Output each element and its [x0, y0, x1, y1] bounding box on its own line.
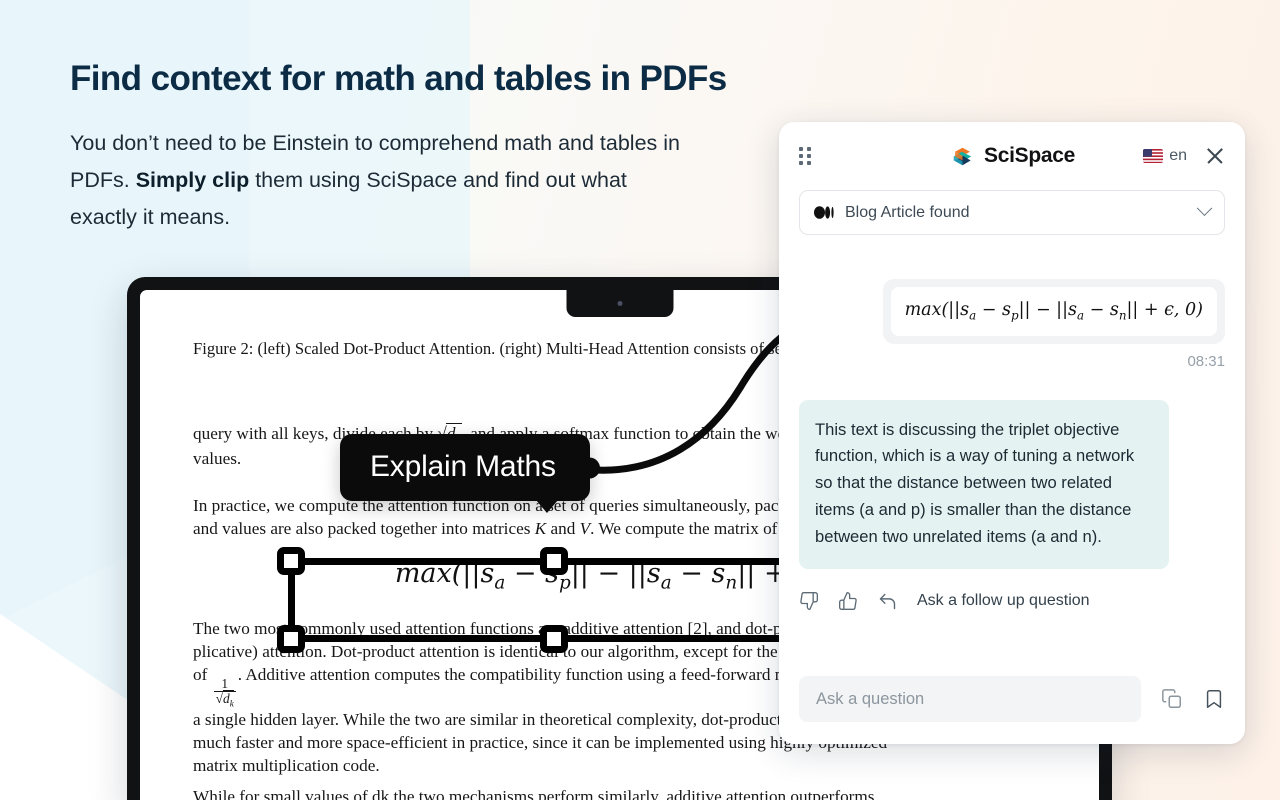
chevron-down-icon[interactable]: [1196, 200, 1213, 217]
close-icon[interactable]: [1205, 146, 1225, 166]
pdf-paragraph-attn-6: matrix multiplication code.: [193, 756, 380, 776]
scispace-extension-panel: SciSpace en Blog Article found max(||sa …: [779, 122, 1245, 744]
medium-logo-icon: [814, 206, 834, 219]
ask-question-input[interactable]: [799, 676, 1141, 722]
copy-icon[interactable]: [1161, 688, 1183, 710]
hero-subcopy: You don’t need to be Einstein to compreh…: [70, 125, 695, 236]
pdf-text: of: [193, 664, 212, 684]
source-label: Blog Article found: [845, 203, 970, 221]
language-code: en: [1169, 147, 1187, 164]
explain-maths-tooltip[interactable]: Explain Maths: [340, 434, 600, 513]
reply-arrow-icon[interactable]: [877, 591, 898, 612]
thumbs-down-icon[interactable]: [799, 591, 819, 611]
us-flag-icon: [1143, 149, 1164, 163]
fraction-one-over-sqrt-dk: 1 √dk: [213, 676, 236, 709]
ask-follow-up-link[interactable]: Ask a follow up question: [917, 592, 1090, 610]
answer-actions: Ask a follow up question: [799, 591, 1225, 612]
thumbs-up-icon[interactable]: [838, 591, 858, 611]
page-title: Find context for math and tables in PDFs: [70, 59, 727, 98]
message-timestamp: 08:31: [1187, 352, 1225, 370]
pdf-text: . Additive attention computes the compat…: [237, 664, 866, 684]
question-bubble: max(||sa − sp|| − ||sa − sn|| + ϵ, 0): [882, 279, 1225, 344]
drag-handle-icon[interactable]: [799, 147, 811, 165]
pdf-text: and: [546, 518, 580, 538]
source-dropdown[interactable]: Blog Article found: [799, 190, 1225, 235]
brand-name: SciSpace: [984, 144, 1075, 167]
bookmark-icon[interactable]: [1203, 687, 1225, 711]
panel-header: SciSpace en: [799, 122, 1225, 190]
language-selector[interactable]: en: [1143, 147, 1187, 165]
brand-lockup: SciSpace: [949, 143, 1075, 170]
explain-maths-label: Explain Maths: [370, 450, 556, 483]
answer-bubble: This text is discussing the triplet obje…: [799, 399, 1169, 569]
conversation-area: max(||sa − sp|| − ||sa − sn|| + ϵ, 0) 08…: [799, 235, 1225, 668]
question-formula: max(||sa − sp|| − ||sa − sn|| + ϵ, 0): [890, 287, 1217, 336]
hero-copy-block: Find context for math and tables in PDFs…: [70, 58, 770, 236]
question-row: max(||sa − sp|| − ||sa − sn|| + ϵ, 0): [799, 279, 1225, 344]
pdf-math-k: K: [534, 518, 547, 538]
pdf-math-v: V: [579, 518, 591, 538]
pdf-paragraph-attn-7: While for small values of dk the two mec…: [193, 787, 875, 800]
subcopy-emphasis: Simply clip: [135, 168, 250, 193]
scispace-logo-icon: [953, 147, 972, 165]
panel-header-right: en: [1143, 146, 1225, 166]
panel-input-bar: [799, 668, 1225, 744]
